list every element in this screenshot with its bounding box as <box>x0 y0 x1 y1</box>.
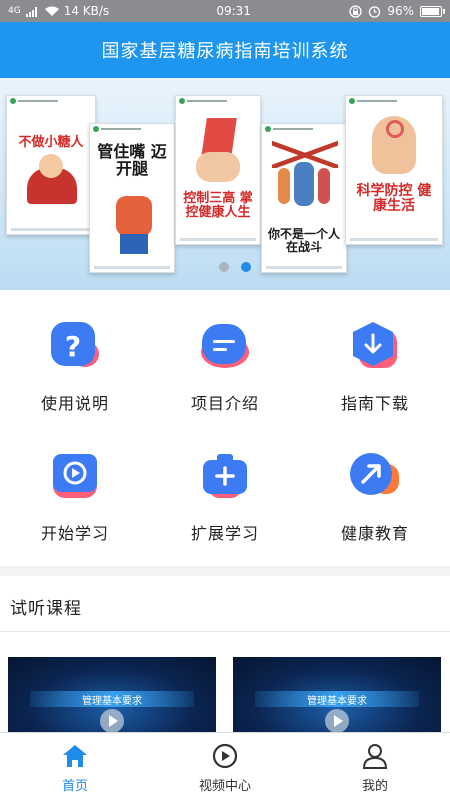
menu-label: 项目介绍 <box>190 394 259 413</box>
app-title-bar: 国家基层糖尿病指南培训系统 <box>0 22 450 78</box>
nav-label: 我的 <box>361 779 388 794</box>
status-time: 09:31 <box>216 4 251 18</box>
feature-menu: ? 使用说明 项目介绍 指南下载 开始学习 扩展学习 健康教育 <box>0 290 450 566</box>
home-icon <box>63 745 87 767</box>
wifi-icon <box>44 6 59 16</box>
download-icon <box>349 320 401 372</box>
trial-courses-section: 试听课程 管理基本要求 管理基本要求 <box>0 576 450 733</box>
carousel-dot[interactable] <box>219 262 229 272</box>
network-speed: 14 KB/s <box>63 4 110 18</box>
carousel-dot-active[interactable] <box>241 262 251 272</box>
course-card[interactable]: 管理基本要求 <box>233 657 441 733</box>
menu-label: 指南下载 <box>340 394 409 413</box>
arrow-up-right-icon <box>349 450 401 502</box>
poster-caption: 管住嘴 迈开腿 <box>97 142 167 178</box>
menu-label: 使用说明 <box>40 394 109 413</box>
signal-icon <box>25 6 37 17</box>
poster-caption: 你不是一个人 在战斗 <box>267 227 340 254</box>
menu-label: 扩展学习 <box>190 524 259 543</box>
nav-item-mine[interactable]: 我的 <box>300 733 450 800</box>
menu-item-usage-guide[interactable]: ? 使用说明 <box>0 290 150 413</box>
menu-item-project-intro[interactable]: 项目介绍 <box>150 290 300 413</box>
menu-item-start-learning[interactable]: 开始学习 <box>0 420 150 543</box>
banner-poster[interactable]: 你不是一个人 在战斗 <box>261 123 347 273</box>
poster-caption: 科学防控 健康生活 <box>356 183 432 214</box>
play-icon <box>49 450 101 502</box>
nav-label: 首页 <box>61 779 88 794</box>
menu-item-guide-download[interactable]: 指南下载 <box>300 290 450 413</box>
banner-poster[interactable]: 管住嘴 迈开腿 <box>89 123 175 273</box>
course-title: 管理基本要求 <box>255 691 419 707</box>
section-title: 试听课程 <box>10 599 82 619</box>
divider <box>0 631 450 632</box>
page-title: 国家基层糖尿病指南培训系统 <box>101 41 349 62</box>
carousel-indicator <box>0 262 450 272</box>
menu-label: 开始学习 <box>40 524 109 543</box>
course-card[interactable]: 管理基本要求 <box>8 657 216 733</box>
menu-label: 健康教育 <box>340 524 409 543</box>
banner-poster[interactable]: 控制三高 掌控健康人生 <box>175 95 261 245</box>
menu-item-health-education[interactable]: 健康教育 <box>300 420 450 543</box>
bottom-nav: 首页 视频中心 我的 <box>0 732 450 800</box>
banner-poster[interactable]: 不做小糖人 <box>6 95 96 235</box>
nav-label: 视频中心 <box>198 779 251 794</box>
lock-rotation-icon <box>349 4 362 18</box>
banner-poster[interactable]: 科学防控 健康生活 <box>345 95 443 245</box>
battery-icon <box>420 5 445 17</box>
battery-percent: 96% <box>387 4 414 18</box>
question-icon: ? <box>49 320 101 372</box>
play-icon[interactable] <box>325 709 349 733</box>
user-icon <box>362 744 388 769</box>
list-icon <box>199 320 251 372</box>
menu-item-extended-learning[interactable]: 扩展学习 <box>150 420 300 543</box>
svg-text:?: ? <box>65 330 81 363</box>
status-bar: 4G 14 KB/s 09:31 96% <box>0 0 450 22</box>
plus-bag-icon <box>199 450 251 502</box>
course-title: 管理基本要求 <box>30 691 194 707</box>
nav-item-video-center[interactable]: 视频中心 <box>150 733 300 800</box>
play-icon[interactable] <box>100 709 124 733</box>
banner-carousel[interactable]: 不做小糖人 管住嘴 迈开腿 控制三高 掌控健康人生 你不是一个人 在战斗 科学防… <box>0 78 450 290</box>
alarm-icon <box>369 5 381 18</box>
nav-item-home[interactable]: 首页 <box>0 733 150 800</box>
video-icon <box>212 743 238 769</box>
poster-caption: 不做小糖人 <box>18 135 84 150</box>
poster-caption: 控制三高 掌控健康人生 <box>183 191 253 220</box>
network-indicator: 4G <box>8 5 21 16</box>
